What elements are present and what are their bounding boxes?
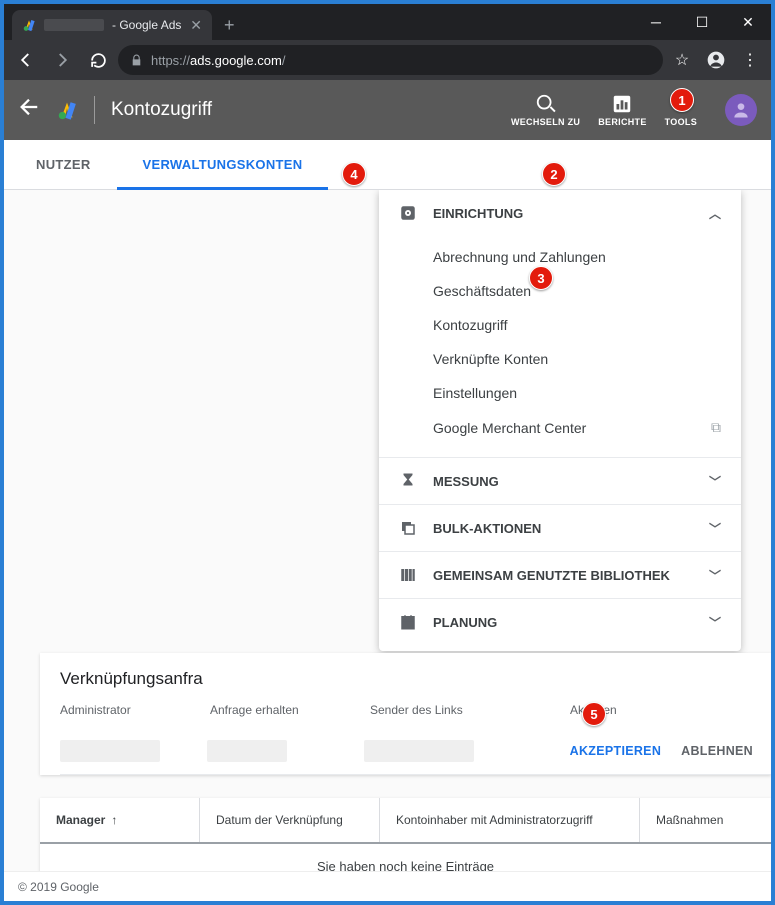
nav-reload-button[interactable] (82, 44, 114, 76)
chevron-up-icon: ︿ (709, 205, 721, 222)
redacted-text (44, 19, 104, 31)
tab-title: - Google Ads (112, 18, 181, 32)
switch-to-button[interactable]: WECHSELN ZU (511, 93, 580, 127)
sort-up-icon: ↑ (111, 813, 117, 827)
lock-icon (130, 54, 143, 67)
redacted-text (364, 740, 474, 762)
browser-tab[interactable]: - Google Ads ✕ (12, 10, 212, 40)
person-icon (731, 100, 751, 120)
planning-section-header[interactable]: PLANUNG ﹀ (379, 598, 741, 645)
menu-item-linked-accounts[interactable]: Verknüpfte Konten (433, 342, 741, 376)
shared-library-section-header[interactable]: GEMEINSAM GENUTZTE BIBLIOTHEK ﹀ (379, 551, 741, 598)
main-content: EINRICHTUNG ︿ Abrechnung und Zahlungen G… (4, 190, 771, 901)
bookmark-star-icon[interactable]: ☆ (667, 45, 697, 75)
redacted-text (60, 740, 160, 762)
hourglass-icon (399, 472, 417, 490)
tab-users[interactable]: NUTZER (10, 140, 117, 190)
col-header-manager[interactable]: Manager ↑ (40, 798, 200, 842)
app-header: Kontozugriff WECHSELN ZU BERICHTE TOOLS (4, 80, 771, 140)
calendar-icon (399, 613, 417, 631)
account-avatar[interactable] (725, 94, 757, 126)
chevron-down-icon: ﹀ (709, 567, 721, 584)
annotation-badge-1: 1 (670, 88, 694, 112)
menu-item-settings[interactable]: Einstellungen (433, 376, 741, 410)
profile-icon[interactable] (701, 45, 731, 75)
browser-address-bar: https://ads.google.com/ ☆ ⋮ (4, 40, 771, 80)
menu-item-merchant-center[interactable]: Google Merchant Center⧉ (433, 410, 741, 445)
annotation-badge-3: 3 (529, 266, 553, 290)
link-requests-title: Verknüpfungsanfra (60, 669, 771, 689)
search-icon (535, 93, 557, 115)
menu-item-billing[interactable]: Abrechnung und Zahlungen (433, 240, 741, 274)
browser-titlebar: - Google Ads ✕ + ─ ☐ ✕ (4, 4, 771, 40)
nav-forward-button (46, 44, 78, 76)
close-tab-icon[interactable]: ✕ (190, 17, 202, 34)
copy-icon (399, 519, 417, 537)
page-title: Kontozugriff (111, 99, 212, 121)
annotation-badge-2: 2 (542, 162, 566, 186)
col-header-admin: Administrator (60, 703, 210, 717)
col-header-link-date[interactable]: Datum der Verknüpfung (200, 798, 380, 842)
tab-management-accounts[interactable]: VERWALTUNGSKONTEN (117, 140, 329, 190)
col-header-sender: Sender des Links (370, 703, 570, 717)
measurement-section-header[interactable]: MESSUNG ﹀ (379, 457, 741, 504)
page-footer: © 2019 Google (4, 871, 771, 901)
col-header-measures[interactable]: Maßnahmen (640, 798, 771, 842)
accept-button[interactable]: AKZEPTIEREN (560, 744, 672, 758)
window-minimize[interactable]: ─ (633, 4, 679, 40)
tools-dropdown: EINRICHTUNG ︿ Abrechnung und Zahlungen G… (379, 190, 741, 651)
link-requests-card: Verknüpfungsanfra Administrator Anfrage … (40, 653, 771, 775)
col-header-owner[interactable]: Kontoinhaber mit Administratorzugriff (380, 798, 640, 842)
window-close[interactable]: ✕ (725, 4, 771, 40)
app-back-button[interactable] (18, 96, 40, 124)
url-text: https://ads.google.com/ (151, 53, 285, 68)
window-maximize[interactable]: ☐ (679, 4, 725, 40)
col-header-received: Anfrage erhalten (210, 703, 370, 717)
secondary-tabs: NUTZER VERWALTUNGSKONTEN (4, 140, 771, 190)
chevron-down-icon: ﹀ (709, 614, 721, 631)
decline-button[interactable]: ABLEHNEN (671, 744, 763, 758)
nav-back-button[interactable] (10, 44, 42, 76)
google-ads-favicon (22, 18, 36, 32)
library-icon (399, 566, 417, 584)
reports-button[interactable]: BERICHTE (598, 93, 646, 127)
link-request-row: AKZEPTIEREN ABLEHNEN (60, 727, 771, 775)
setup-section-header[interactable]: EINRICHTUNG ︿ (379, 190, 741, 236)
chrome-menu-icon[interactable]: ⋮ (735, 45, 765, 75)
redacted-text (207, 740, 287, 762)
bar-chart-icon (611, 93, 633, 115)
menu-item-business-data[interactable]: Geschäftsdaten (433, 274, 741, 308)
annotation-badge-4: 4 (342, 162, 366, 186)
bulk-actions-section-header[interactable]: BULK-AKTIONEN ﹀ (379, 504, 741, 551)
menu-item-account-access[interactable]: Kontozugriff (433, 308, 741, 342)
external-link-icon: ⧉ (711, 419, 721, 436)
gear-icon (399, 204, 417, 222)
annotation-badge-5: 5 (582, 702, 606, 726)
divider (94, 96, 95, 124)
chevron-down-icon: ﹀ (709, 473, 721, 490)
new-tab-button[interactable]: + (212, 10, 247, 40)
google-ads-logo (56, 99, 78, 121)
chevron-down-icon: ﹀ (709, 520, 721, 537)
url-input[interactable]: https://ads.google.com/ (118, 45, 663, 75)
